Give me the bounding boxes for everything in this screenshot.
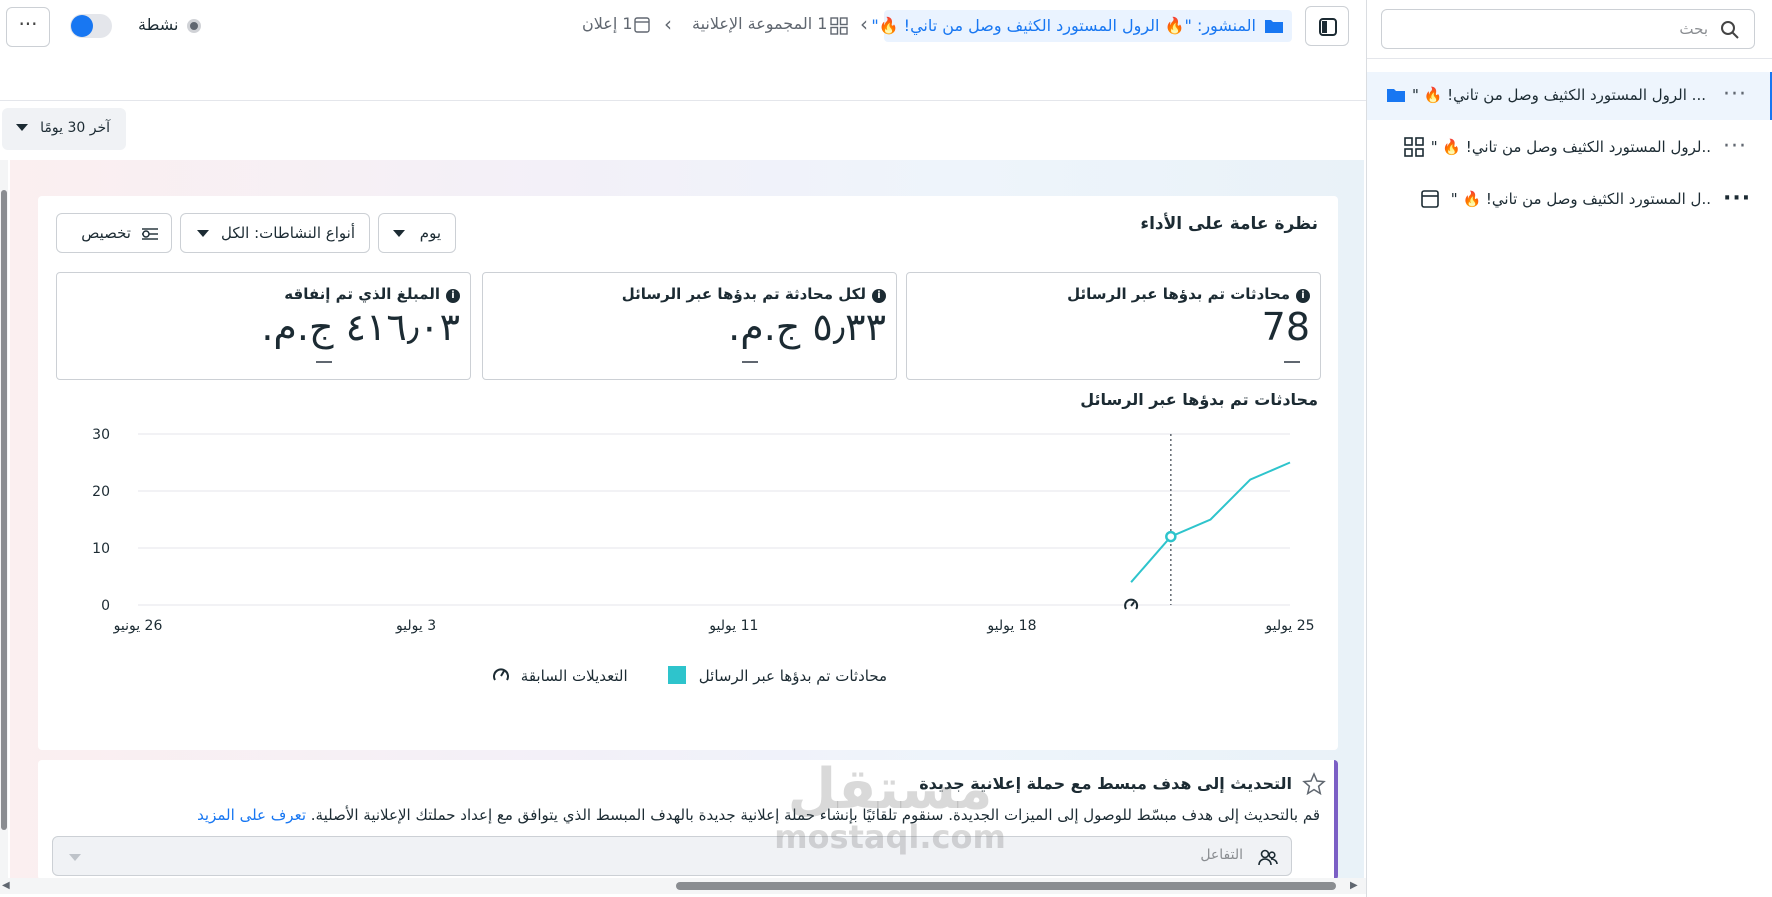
search-placeholder: بحث bbox=[1679, 20, 1708, 38]
tree-item-label: ..ل المستورد الكثيف وصل من تاني! 🔥 " bbox=[1450, 190, 1711, 208]
activity-types-label: أنواع النشاطات: الكل bbox=[220, 224, 355, 242]
ad-frame-icon bbox=[634, 17, 650, 33]
customize-label: تخصيص bbox=[81, 224, 131, 242]
metric-conversations[interactable]: iمحادثات تم بدؤها عبر الرسائل 78 bbox=[906, 272, 1321, 380]
breadcrumb-post[interactable]: المنشور: "🔥 الرول المستورد الكثيف وصل من… bbox=[871, 10, 1292, 42]
overview-title: نظرة عامة على الأداء bbox=[1140, 214, 1318, 234]
star-icon[interactable] bbox=[1302, 772, 1326, 796]
y-tick-label: 0 bbox=[101, 598, 110, 614]
metric-value: 78 bbox=[1261, 305, 1310, 349]
series-line bbox=[1130, 461, 1291, 583]
status-label: نشطة bbox=[138, 15, 179, 34]
tree-item-campaign[interactable]: ··· ... الرول المستورد الكثيف وصل من تان… bbox=[1367, 72, 1772, 120]
scroll-left-icon[interactable]: ◀ bbox=[2, 880, 10, 891]
scroll-right-icon[interactable]: ▶ bbox=[1350, 880, 1358, 891]
people-icon bbox=[1258, 849, 1278, 866]
customize-button[interactable]: تخصيص bbox=[56, 213, 172, 253]
metric-value: ٤١٦٫٠٣ ج.م. bbox=[261, 305, 460, 349]
toggle-knob bbox=[71, 15, 93, 37]
upgrade-notice-card: التحديث إلى هدف مبسط مع حملة إعلانية جدي… bbox=[38, 760, 1338, 880]
notice-title: التحديث إلى هدف مبسط مع حملة إعلانية جدي… bbox=[919, 774, 1292, 793]
caret-down-icon bbox=[16, 124, 28, 131]
granularity-label: يوم bbox=[419, 224, 441, 242]
info-icon[interactable]: i bbox=[1296, 289, 1310, 303]
gauge-icon bbox=[493, 668, 509, 681]
metric-label: iلكل محادثة تم بدؤها عبر الرسائل bbox=[622, 285, 886, 303]
scrollbar-thumb[interactable] bbox=[676, 882, 1336, 890]
notice-text: قم بالتحديث إلى هدف مبسّط للوصول إلى الم… bbox=[310, 806, 1320, 824]
metric-value: ٥٫٣٣ ج.م. bbox=[728, 305, 886, 349]
date-range-label: آخر 30 يومًا bbox=[40, 120, 110, 136]
folder-icon bbox=[1387, 89, 1405, 102]
notice-body: قم بالتحديث إلى هدف مبسّط للوصول إلى الم… bbox=[197, 806, 1320, 824]
legend-series-label: محادثات تم بدؤها عبر الرسائل bbox=[698, 667, 888, 685]
metric-dash bbox=[1284, 361, 1300, 363]
search-icon bbox=[1721, 21, 1739, 39]
objective-selector[interactable]: التفاعل bbox=[52, 836, 1292, 876]
chevron-left-icon: ‹ bbox=[860, 12, 868, 36]
metric-dash bbox=[316, 361, 332, 363]
vertical-scrollbar[interactable] bbox=[0, 160, 8, 880]
x-tick-label: 11 يوليو bbox=[708, 618, 758, 634]
legend-series-swatch bbox=[668, 666, 686, 684]
performance-overview-card: نظرة عامة على الأداء يوم أنواع النشاطات:… bbox=[38, 196, 1338, 750]
customize-settings-icon bbox=[142, 228, 158, 240]
folder-icon bbox=[1265, 20, 1283, 33]
metric-label: iالمبلغ الذي تم إنفاقه bbox=[284, 285, 460, 303]
navigation-sidebar: بحث ··· ... الرول المستورد الكثيف وصل من… bbox=[1366, 0, 1772, 897]
campaign-more-icon[interactable]: ··· bbox=[1723, 82, 1747, 107]
top-bar: ··· نشطة 1 إعلان ‹ 1 المجموعة الإعلانية … bbox=[0, 0, 1366, 52]
scrollbar-thumb[interactable] bbox=[1, 190, 7, 830]
tree-item-label: ..لرول المستورد الكثيف وصل من تاني! 🔥 " bbox=[1430, 138, 1711, 156]
tree-item-adset[interactable]: ··· ..لرول المستورد الكثيف وصل من تاني! … bbox=[1367, 124, 1772, 172]
learn-more-link[interactable]: تعرف على المزيد bbox=[197, 806, 306, 824]
more-options-button[interactable]: ··· bbox=[6, 7, 50, 47]
search-input[interactable]: بحث bbox=[1381, 9, 1755, 49]
status-dot-icon bbox=[187, 19, 201, 33]
adset-grid-icon bbox=[1404, 137, 1424, 157]
ad-frame-icon bbox=[1421, 190, 1439, 208]
ad-more-icon[interactable]: ··· bbox=[1723, 186, 1751, 211]
legend-edits[interactable]: التعديلات السابقة bbox=[492, 666, 628, 685]
tree-item-ad[interactable]: ··· ..ل المستورد الكثيف وصل من تاني! 🔥 " bbox=[1367, 176, 1772, 224]
adset-grid-icon bbox=[830, 17, 848, 35]
legend-edits-label: التعديلات السابقة bbox=[520, 667, 628, 685]
breadcrumb-post-label: المنشور: "🔥 الرول المستورد الكثيف وصل من… bbox=[871, 16, 1256, 35]
y-tick-label: 20 bbox=[92, 484, 110, 500]
status-toggle[interactable] bbox=[70, 14, 112, 38]
metric-amount-spent[interactable]: iالمبلغ الذي تم إنفاقه ٤١٦٫٠٣ ج.م. bbox=[56, 272, 471, 380]
metric-dash bbox=[742, 361, 758, 363]
x-tick-label: 26 يونيو bbox=[113, 618, 163, 634]
chevron-left-icon: ‹ bbox=[664, 12, 672, 36]
y-tick-label: 10 bbox=[92, 541, 110, 557]
x-tick-label: 18 يوليو bbox=[986, 618, 1036, 634]
caret-down-icon bbox=[69, 854, 81, 861]
caret-down-icon bbox=[197, 230, 209, 237]
objective-placeholder: التفاعل bbox=[1200, 847, 1243, 863]
tree-item-label: ... الرول المستورد الكثيف وصل من تاني! 🔥… bbox=[1411, 86, 1706, 104]
sidebar-divider bbox=[1367, 58, 1772, 59]
line-chart[interactable]: 0 10 20 30 26 يونيو 3 يوليو 11 يوليو 18 يوليو 25… bbox=[38, 406, 1338, 656]
activity-types-dropdown[interactable]: أنواع النشاطات: الكل bbox=[180, 213, 370, 253]
caret-down-icon bbox=[393, 230, 405, 237]
date-range-dropdown[interactable]: آخر 30 يومًا bbox=[2, 108, 126, 150]
granularity-dropdown[interactable]: يوم bbox=[378, 213, 456, 253]
horizontal-scrollbar[interactable]: ◀ ▶ bbox=[0, 878, 1366, 894]
highlight-point bbox=[1165, 530, 1177, 543]
breadcrumb-adset[interactable]: 1 المجموعة الإعلانية bbox=[692, 14, 827, 33]
panel-toggle-button[interactable] bbox=[1305, 6, 1349, 46]
y-tick-label: 30 bbox=[92, 427, 110, 443]
metric-cost-per-conversation[interactable]: iلكل محادثة تم بدؤها عبر الرسائل ٥٫٣٣ ج.… bbox=[482, 272, 897, 380]
adset-more-icon[interactable]: ··· bbox=[1723, 134, 1747, 159]
metric-label: iمحادثات تم بدؤها عبر الرسائل bbox=[1067, 285, 1310, 303]
legend-series[interactable]: محادثات تم بدؤها عبر الرسائل bbox=[668, 666, 887, 685]
sidebar-panel-icon bbox=[1319, 18, 1337, 36]
x-tick-label: 25 يوليو bbox=[1264, 618, 1314, 634]
info-icon[interactable]: i bbox=[872, 289, 886, 303]
breadcrumb-ad[interactable]: 1 إعلان bbox=[582, 14, 633, 33]
x-tick-label: 3 يوليو bbox=[395, 618, 436, 634]
info-icon[interactable]: i bbox=[446, 289, 460, 303]
header-divider bbox=[0, 100, 1366, 101]
